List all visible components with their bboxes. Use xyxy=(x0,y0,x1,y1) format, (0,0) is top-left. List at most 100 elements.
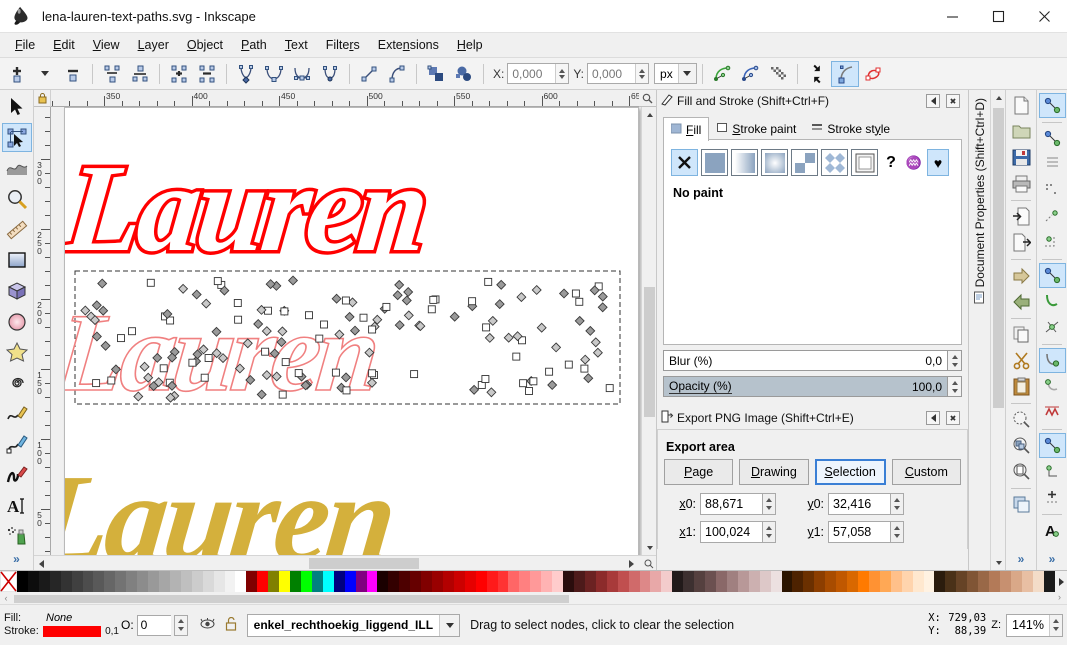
path-node-handle[interactable] xyxy=(92,379,101,388)
palette-swatch[interactable] xyxy=(486,571,498,592)
export-area-page-button[interactable]: Page xyxy=(664,459,734,485)
spray-tool[interactable] xyxy=(2,521,32,551)
collapse-icon[interactable] xyxy=(926,411,940,425)
y-coordinate-input[interactable] xyxy=(587,63,650,84)
unknown-paint-button[interactable] xyxy=(851,149,878,176)
palette-swatch[interactable] xyxy=(672,571,684,592)
palette-swatch[interactable] xyxy=(333,571,345,592)
horizontal-scroll-thumb[interactable] xyxy=(309,558,419,569)
palette-swatch[interactable] xyxy=(224,571,236,592)
path-node-handle[interactable] xyxy=(564,360,573,369)
palette-swatch[interactable] xyxy=(770,571,782,592)
palette-swatch[interactable] xyxy=(956,571,968,592)
node-smooth-icon[interactable] xyxy=(260,61,288,87)
export-x0-field[interactable] xyxy=(700,493,776,515)
show-path-outline-icon[interactable] xyxy=(764,61,792,87)
opacity-spinner[interactable] xyxy=(948,376,962,397)
palette-swatch[interactable] xyxy=(82,571,94,592)
palette-swatch[interactable] xyxy=(694,571,706,592)
palette-swatch[interactable] xyxy=(748,571,760,592)
path-node-handle[interactable] xyxy=(146,278,155,287)
delete-node-icon[interactable] xyxy=(59,61,87,87)
calligraphy-tool[interactable] xyxy=(2,460,32,490)
vertical-ruler[interactable]: 300 250 200 150 100 50 xyxy=(34,107,51,555)
palette-swatch[interactable] xyxy=(683,571,695,592)
palette-swatch[interactable] xyxy=(759,571,771,592)
palette-swatch[interactable] xyxy=(410,571,422,592)
palette-swatch[interactable] xyxy=(464,571,476,592)
path-node-handle[interactable] xyxy=(204,354,213,362)
path-node-handle[interactable] xyxy=(403,310,414,321)
palette-swatch[interactable] xyxy=(49,571,61,592)
path-node-handle[interactable] xyxy=(294,369,303,378)
tab-stroke-style[interactable]: Stroke style xyxy=(804,116,898,140)
palette-swatch[interactable] xyxy=(705,571,716,592)
palette-swatch[interactable] xyxy=(191,571,203,592)
inherit-paint-button[interactable]: ♥ xyxy=(927,149,949,176)
pattern-button[interactable] xyxy=(791,149,818,176)
palette-swatch[interactable] xyxy=(737,571,749,592)
palette-swatch[interactable] xyxy=(912,571,924,592)
dock-scroll-up-icon[interactable] xyxy=(991,90,1006,105)
opacity-slider[interactable]: Opacity (%) 100,0 xyxy=(663,376,948,397)
path-node-handle[interactable] xyxy=(583,373,594,384)
palette-swatch[interactable] xyxy=(792,571,804,592)
path-node-handle[interactable] xyxy=(394,320,405,331)
eye-icon[interactable] xyxy=(200,617,215,633)
snap-nodes-paths-icon[interactable] xyxy=(1038,263,1066,288)
path-node-handle[interactable] xyxy=(382,302,391,311)
path-node-handle[interactable] xyxy=(486,387,497,398)
zoom-input[interactable] xyxy=(1007,614,1049,636)
path-node-handle[interactable] xyxy=(200,373,209,382)
path-node-handle[interactable] xyxy=(531,284,542,296)
join-segment-icon[interactable] xyxy=(165,61,193,87)
pencil-tool[interactable] xyxy=(2,399,32,429)
chevron-down-icon[interactable] xyxy=(677,64,696,83)
minimize-icon[interactable] xyxy=(929,0,975,33)
path-node-handle[interactable] xyxy=(496,279,507,290)
path-node-handle[interactable] xyxy=(536,322,547,333)
snap-text-baseline-icon[interactable]: A xyxy=(1039,518,1066,543)
path-node-handle[interactable] xyxy=(469,384,480,395)
segment-line-icon[interactable] xyxy=(355,61,383,87)
palette-swatch[interactable] xyxy=(978,571,990,592)
palette-swatch[interactable] xyxy=(814,571,826,592)
toggle-guides-icon[interactable] xyxy=(34,90,51,107)
vertical-scroll-thumb[interactable] xyxy=(644,287,655,417)
export-y0-field[interactable] xyxy=(828,493,904,515)
import-icon[interactable] xyxy=(1008,204,1035,229)
scroll-up-icon[interactable] xyxy=(642,107,657,122)
delete-segment-icon[interactable] xyxy=(193,61,221,87)
export-area-selection-button[interactable]: Selection xyxy=(814,459,886,485)
palette-swatch[interactable] xyxy=(148,571,159,592)
path-node-handle[interactable] xyxy=(558,288,570,299)
zoom-to-fit-icon[interactable] xyxy=(639,90,656,107)
status-scroll-strip[interactable]: ‹ › xyxy=(0,592,1067,605)
palette-swatch[interactable] xyxy=(967,571,979,592)
palette-swatch[interactable] xyxy=(825,571,837,592)
dock-scroll-down-icon[interactable] xyxy=(991,555,1006,570)
scroll-left-chevron-icon[interactable]: ‹ xyxy=(0,593,12,603)
fill-stroke-indicator[interactable]: Fill: None Stroke: 0,1 xyxy=(4,612,119,638)
canvas-horizontal-scrollbar[interactable] xyxy=(34,556,656,570)
zoom-drawing-icon[interactable] xyxy=(1008,433,1035,458)
export-icon[interactable] xyxy=(1008,230,1035,255)
show-clip-mask-icon[interactable] xyxy=(803,61,831,87)
edit-path-by-nodes-icon[interactable] xyxy=(859,61,887,87)
fill-indicator-row[interactable]: Fill: None xyxy=(4,612,119,625)
palette-swatch[interactable] xyxy=(169,571,181,592)
palette-swatch[interactable] xyxy=(453,571,465,592)
snap-bbox-corner-icon[interactable] xyxy=(1039,178,1066,203)
palette-swatch[interactable] xyxy=(104,571,116,592)
insert-node-icon[interactable] xyxy=(3,61,31,87)
tab-fill[interactable]: Fill xyxy=(663,117,710,141)
palette-swatch[interactable] xyxy=(595,571,607,592)
chevron-down-icon[interactable] xyxy=(439,614,460,636)
object-to-path-icon[interactable] xyxy=(422,61,450,87)
menu-layer[interactable]: Layer xyxy=(129,35,178,55)
path-node-handle[interactable] xyxy=(551,342,562,353)
menu-view[interactable]: View xyxy=(84,35,129,55)
segment-curve-icon[interactable] xyxy=(383,61,411,87)
close-icon[interactable]: ✖ xyxy=(946,411,960,425)
palette-swatch[interactable] xyxy=(497,571,509,592)
